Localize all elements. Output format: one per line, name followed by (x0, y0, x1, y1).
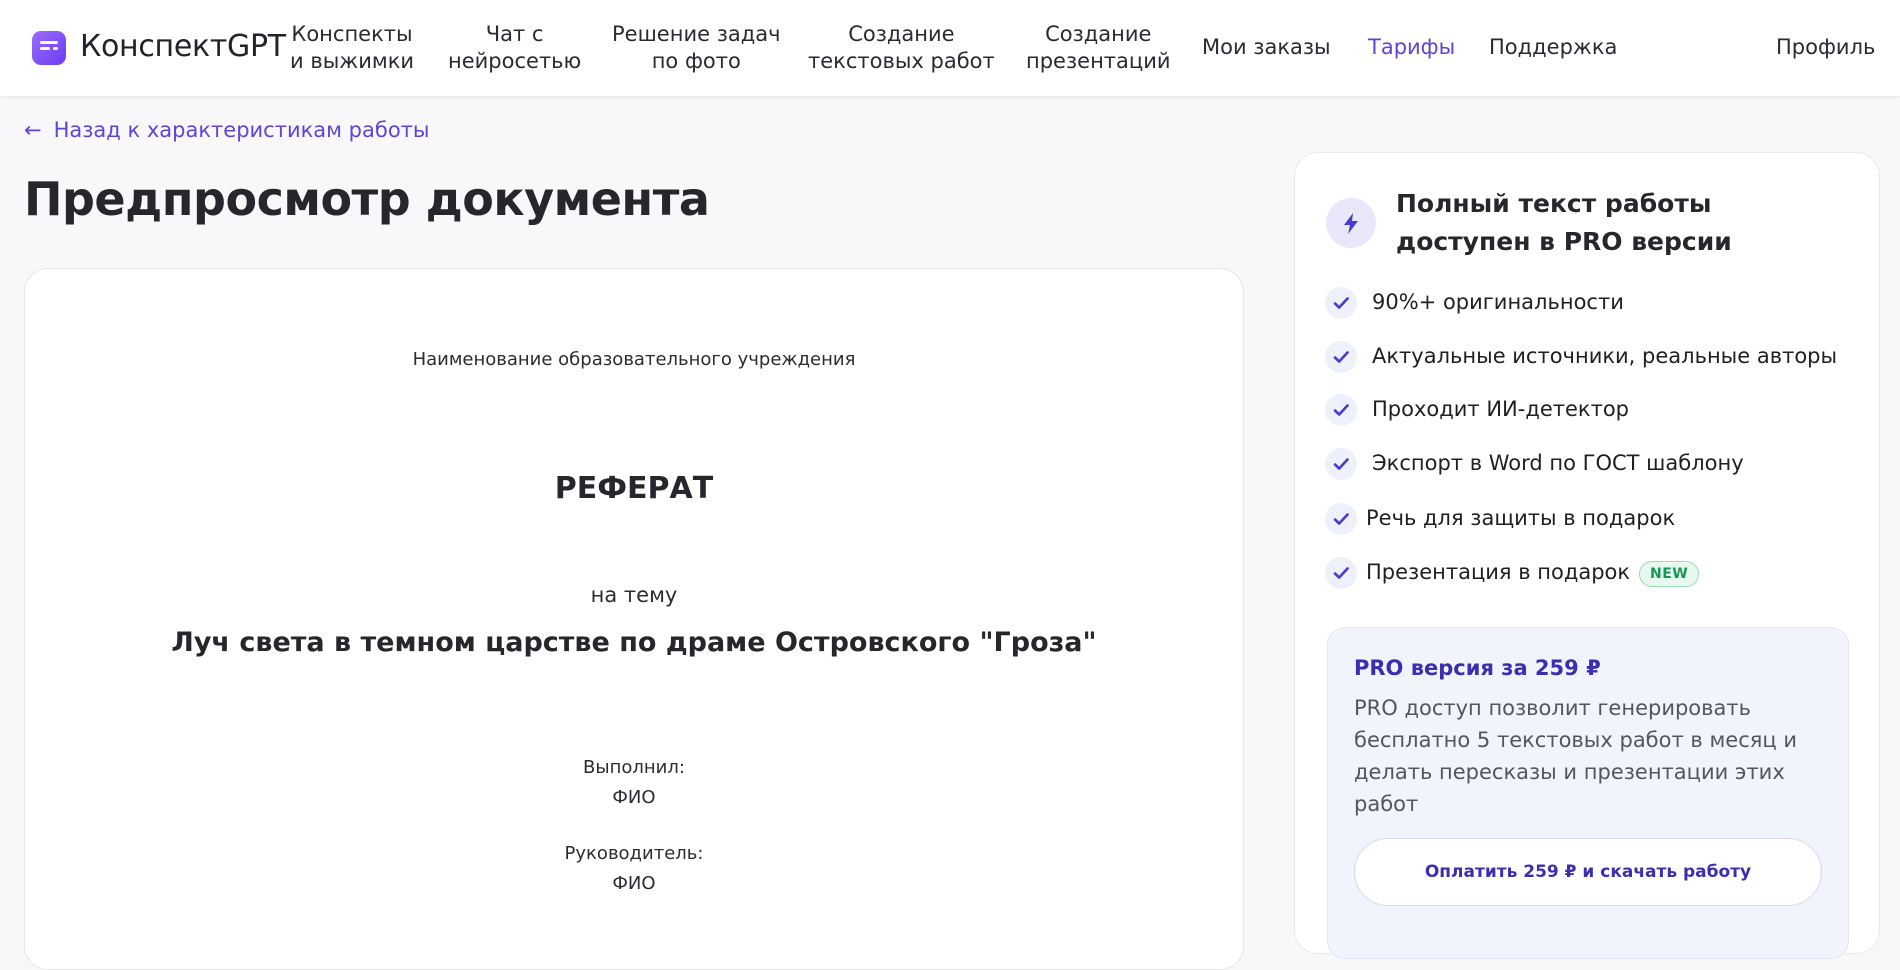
nav-item-profile[interactable]: Профиль (1776, 34, 1875, 61)
performed-by-name: ФИО (612, 787, 656, 808)
pro-upsell-panel: Полный текст работы доступен в PRO верси… (1294, 152, 1880, 959)
nav-item-ai-chat[interactable]: Чат с нейросетью (448, 21, 581, 75)
check-icon (1325, 503, 1357, 535)
pro-offer-title: PRO версия за 259 ₽ (1354, 656, 1601, 680)
new-badge: NEW (1639, 561, 1700, 587)
nav-item-summaries[interactable]: Конспекты и выжимки (290, 21, 414, 75)
document-preview: Наименование образовательного учреждения… (24, 268, 1244, 970)
performed-by-label: Выполнил: (583, 757, 685, 778)
page-title: Предпросмотр документа (24, 172, 710, 226)
nav-item-tariffs[interactable]: Тарифы (1368, 34, 1455, 61)
nav-item-text-works[interactable]: Создание текстовых работ (808, 21, 995, 75)
top-navigation-bar: КонспектGPT Конспекты и выжимки Чат с не… (0, 0, 1900, 96)
check-icon (1325, 394, 1357, 426)
feature-label: Актуальные источники, реальные авторы (1372, 344, 1838, 368)
document-type: РЕФЕРАТ (554, 471, 714, 506)
feature-label: Презентация в подарок (1366, 560, 1631, 584)
feature-label: Речь для защиты в подарок (1366, 506, 1676, 530)
supervisor-label: Руководитель: (564, 843, 704, 864)
panel-title: Полный текст работы доступен в PRO верси… (1396, 189, 1732, 256)
nav-item-my-orders[interactable]: Мои заказы (1202, 34, 1331, 61)
nav-item-photo-solver[interactable]: Решение задач по фото (612, 21, 781, 75)
brand-logo-icon[interactable] (32, 31, 66, 65)
lightning-icon (1326, 198, 1376, 248)
document-topic: Луч света в темном царстве по драме Остр… (171, 627, 1097, 658)
check-icon (1325, 341, 1357, 373)
institution-name: Наименование образовательного учреждения (412, 349, 856, 370)
feature-label: Экспорт в Word по ГОСТ шаблону (1372, 451, 1744, 475)
check-icon (1325, 287, 1357, 319)
feature-label: Проходит ИИ-детектор (1372, 397, 1630, 421)
check-icon (1325, 557, 1357, 589)
nav-item-presentations[interactable]: Создание презентаций (1026, 21, 1171, 75)
arrow-left-icon: ← (24, 118, 42, 142)
brand-name[interactable]: КонспектGPT (80, 29, 286, 64)
pro-offer-description: PRO доступ позволит генерировать бесплат… (1354, 696, 1797, 816)
check-icon (1325, 448, 1357, 480)
pay-and-download-button[interactable]: Оплатить 259 ₽ и скачать работу (1354, 838, 1822, 906)
back-link[interactable]: ← Назад к характеристикам работы (24, 118, 429, 142)
back-link-label: Назад к характеристикам работы (53, 118, 430, 142)
nav-item-support[interactable]: Поддержка (1489, 34, 1617, 61)
on-theme-label: на тему (590, 583, 678, 607)
supervisor-name: ФИО (612, 873, 656, 894)
pro-offer-box: PRO версия за 259 ₽ PRO доступ позволит … (1327, 627, 1849, 959)
feature-label: 90%+ оригинальности (1372, 290, 1624, 314)
